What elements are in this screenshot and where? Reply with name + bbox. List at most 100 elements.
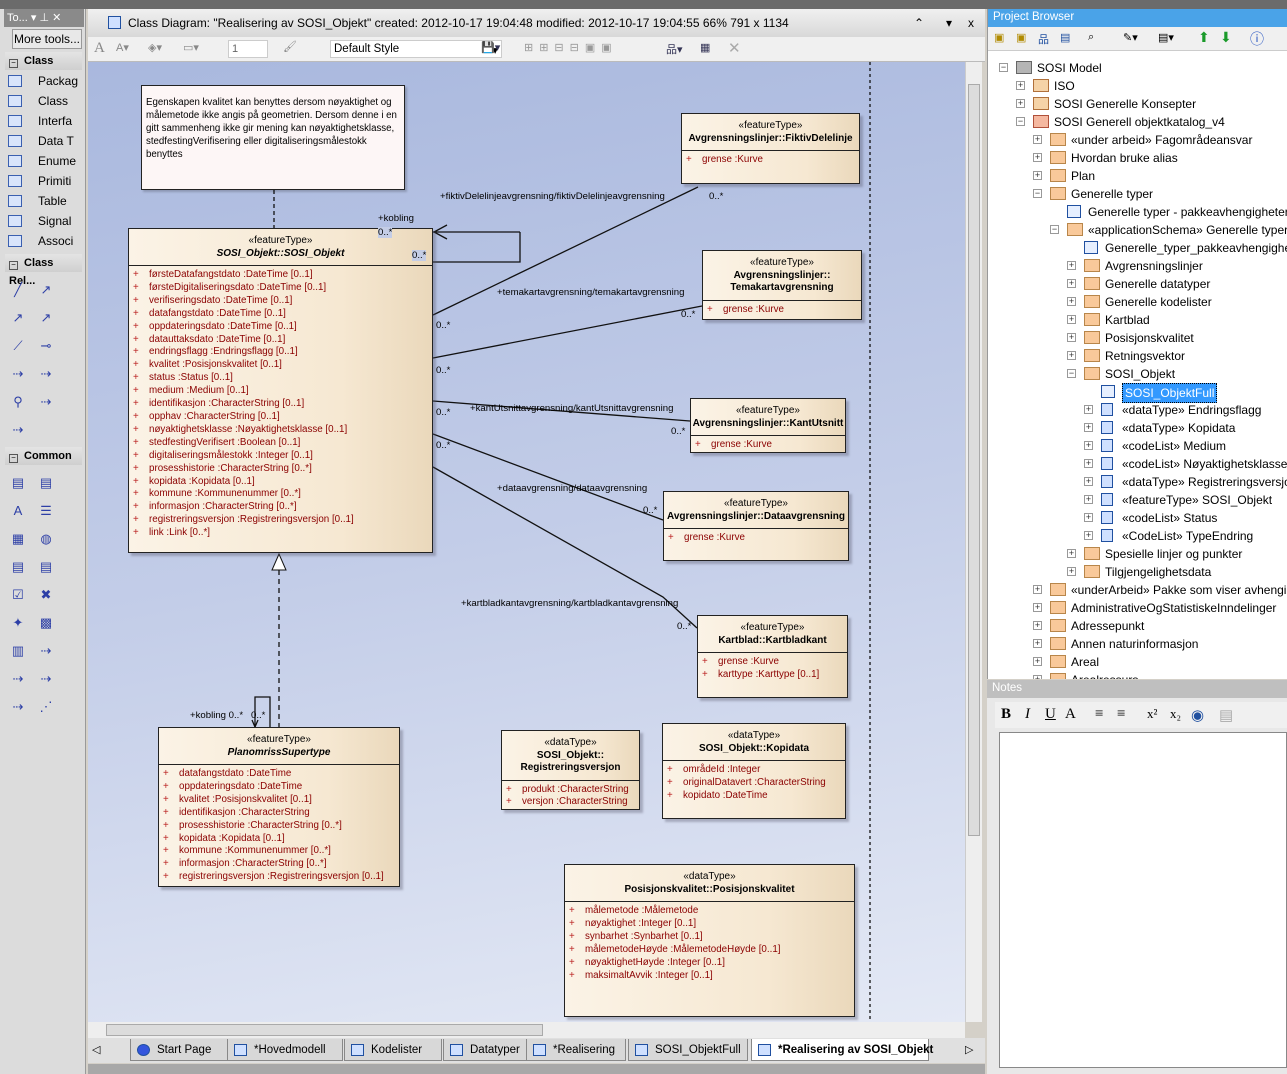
class-sosi[interactable]: «featureType» SOSI_Objekt::SOSI_Objekt + fø… [128, 228, 433, 553]
collapse-icon[interactable]: − [1016, 117, 1025, 126]
attribute[interactable]: + områdeId :Integer [667, 764, 845, 777]
align-icons[interactable]: ⊞⊞⊟⊟▣▣ [524, 41, 618, 54]
common-tool-icon[interactable]: A [10, 503, 26, 519]
expand-icon[interactable]: + [1033, 657, 1042, 666]
relationship-tool-icon[interactable]: ⇢ [10, 422, 26, 438]
tree-item[interactable]: − SOSI Generell objektkatalog_v4 [988, 113, 1287, 131]
attribute[interactable]: + kvalitet :Posisjonskvalitet [0..1] [163, 794, 399, 807]
fill-color-icon[interactable]: ◈▾ [148, 41, 162, 54]
tab-realisering-av-sosi-objekt[interactable]: *Realisering av SOSI_Objekt [751, 1039, 933, 1061]
attribute[interactable]: + kommune :Kommunenummer [0..*] [133, 488, 432, 501]
new-diagram-icon[interactable]: 品 [1038, 31, 1049, 47]
attribute[interactable]: + status :Status [0..1] [133, 372, 432, 385]
tree-item[interactable]: + Generelle datatyper [988, 275, 1287, 293]
close-diagram-icon[interactable]: x [968, 9, 974, 37]
attribute[interactable]: + kopidata :Kopidata [0..1] [163, 833, 399, 846]
tree-item[interactable]: + Tilgjengelighetsdata [988, 563, 1287, 581]
attribute[interactable]: + verifiseringsdato :DateTime [0..1] [133, 295, 432, 308]
attribute[interactable]: + informasjon :CharacterString [0..*] [133, 501, 432, 514]
expand-icon[interactable]: + [1084, 441, 1093, 450]
tree-item[interactable]: + Hvordan bruke alias [988, 149, 1287, 167]
find-icon[interactable]: ⌕ [1088, 31, 1094, 44]
attribute[interactable]: + synbarhet :Synbarhet [0..1] [569, 931, 854, 944]
numbered-list-button[interactable]: ≡ [1117, 706, 1125, 723]
kobling-self-association[interactable] [433, 232, 521, 263]
toolbox-item-packag[interactable]: Packag [8, 71, 83, 91]
tree-item[interactable]: + «dataType» Registreringsversjon [988, 473, 1287, 491]
vertical-scrollbar[interactable] [965, 62, 982, 1022]
tab-hovedmodell[interactable]: *Hovedmodell [227, 1039, 343, 1061]
expand-icon[interactable]: + [1033, 603, 1042, 612]
tree-item[interactable]: + Generelle kodelister [988, 293, 1287, 311]
common-tool-icon[interactable]: ▤ [38, 475, 54, 491]
expand-icon[interactable]: + [1067, 315, 1076, 324]
common-tool-icon[interactable]: ◍ [38, 531, 54, 547]
tree-item[interactable]: + «underArbeid» Pakke som viser avhengig [988, 581, 1287, 599]
scroll-thumb[interactable] [968, 84, 980, 836]
common-tool-icon[interactable]: ⋰ [38, 699, 54, 715]
relationship-tool-icon[interactable]: ↗ [10, 310, 26, 326]
collapse-icon[interactable]: − [999, 63, 1008, 72]
expand-icon[interactable]: + [1084, 513, 1093, 522]
attribute[interactable]: + grense :Kurve [686, 154, 859, 167]
attribute[interactable]: + nøyaktighetsklasse :Nøyaktighetsklasse … [133, 424, 432, 437]
collapse-icon[interactable]: − [1033, 189, 1042, 198]
class-fiktiv[interactable]: «featureType» Avgrensningslinjer::FiktivD… [681, 113, 860, 184]
relationship-tool-icon[interactable]: ⊸ [38, 338, 54, 354]
font-icon[interactable]: A [94, 40, 105, 57]
attribute[interactable]: + karttype :Karttype [0..1] [702, 669, 847, 682]
tree-item[interactable]: + «CodeList» TypeEndring [988, 527, 1287, 545]
attribute[interactable]: + kommune :Kommunenummer [0..*] [163, 845, 399, 858]
expand-icon[interactable]: + [1016, 99, 1025, 108]
attribute[interactable]: + originalDatavert :CharacterString [667, 777, 845, 790]
attribute[interactable]: + maksimaltAvvik :Integer [0..1] [569, 970, 854, 983]
relationship-tool-icon[interactable]: ⇢ [38, 394, 54, 410]
expand-icon[interactable]: + [1067, 261, 1076, 270]
tree-item[interactable]: + Kartblad [988, 311, 1287, 329]
tree-item[interactable]: + Avgrensningslinjer [988, 257, 1287, 275]
collapse-icon[interactable]: − [1050, 225, 1059, 234]
bold-button[interactable]: B [1001, 706, 1011, 723]
expand-icon[interactable]: + [1033, 675, 1042, 679]
layout-icon[interactable]: 品▾ [666, 41, 683, 57]
tree-item[interactable]: + Adressepunkt [988, 617, 1287, 635]
common-tool-icon[interactable]: ▥ [10, 643, 26, 659]
pin-icon[interactable]: ⊥ [39, 12, 49, 24]
tree-item[interactable]: + «dataType» Endringsflagg [988, 401, 1287, 419]
attribute[interactable]: + oppdateringsdato :DateTime [163, 781, 399, 794]
toolbox-item-signal[interactable]: Signal [8, 211, 83, 231]
attribute[interactable]: + grense :Kurve [668, 532, 848, 545]
tree-item[interactable]: + Plan [988, 167, 1287, 185]
zoom-fit-icon[interactable]: ▦ [700, 41, 710, 54]
attribute[interactable]: + målemetodeHøyde :MålemetodeHøyde [0..1] [569, 944, 854, 957]
save-style-icon[interactable]: 💾▾ [481, 41, 500, 54]
relationship-tool-icon[interactable]: ⚲ [10, 394, 26, 410]
expand-icon[interactable]: + [1033, 171, 1042, 180]
tree-item[interactable]: + AdministrativeOgStatistiskeInndelinger [988, 599, 1287, 617]
tree-item[interactable]: + Retningsvektor [988, 347, 1287, 365]
diagram-note[interactable]: Egenskapen kvalitet kan benyttes dersom … [141, 85, 405, 190]
font-color-button[interactable]: A [1065, 706, 1076, 723]
tab-start-page[interactable]: Start Page [130, 1039, 230, 1061]
expand-icon[interactable]: + [1084, 459, 1093, 468]
attribute[interactable]: + nøyaktighet :Integer [0..1] [569, 918, 854, 931]
new-package-icon[interactable]: ▣ [1016, 31, 1026, 44]
relationship-tool-icon[interactable]: ↗ [38, 310, 54, 326]
expand-icon[interactable]: + [1033, 639, 1042, 648]
common-tool-icon[interactable]: ⇢ [10, 699, 26, 715]
attribute[interactable]: + nøyaktighetHøyde :Integer [0..1] [569, 957, 854, 970]
collapse-icon[interactable]: − [1067, 369, 1076, 378]
attribute[interactable]: + kvalitet :Posisjonskvalitet [0..1] [133, 359, 432, 372]
expand-icon[interactable]: + [1084, 495, 1093, 504]
attribute[interactable]: + grense :Kurve [695, 439, 845, 452]
attribute[interactable]: + digitaliseringsmålestokk :Integer [0..1… [133, 450, 432, 463]
common-tool-icon[interactable]: ✖ [38, 587, 54, 603]
tree-item[interactable]: − SOSI_Objekt [988, 365, 1287, 383]
relationship-tool-icon[interactable]: ⇢ [38, 366, 54, 382]
attribute[interactable]: + identifikasjon :CharacterString [0..1] [133, 398, 432, 411]
attribute[interactable]: + prosesshistorie :CharacterString [0..*] [133, 463, 432, 476]
toolbox-item-data t[interactable]: Data T [8, 131, 83, 151]
attribute[interactable]: + registreringsversjon :Registreringsvers… [133, 514, 432, 527]
properties-icon[interactable]: ✎▾ [1123, 31, 1138, 44]
attribute[interactable]: + datafangstdato :DateTime [0..1] [133, 308, 432, 321]
